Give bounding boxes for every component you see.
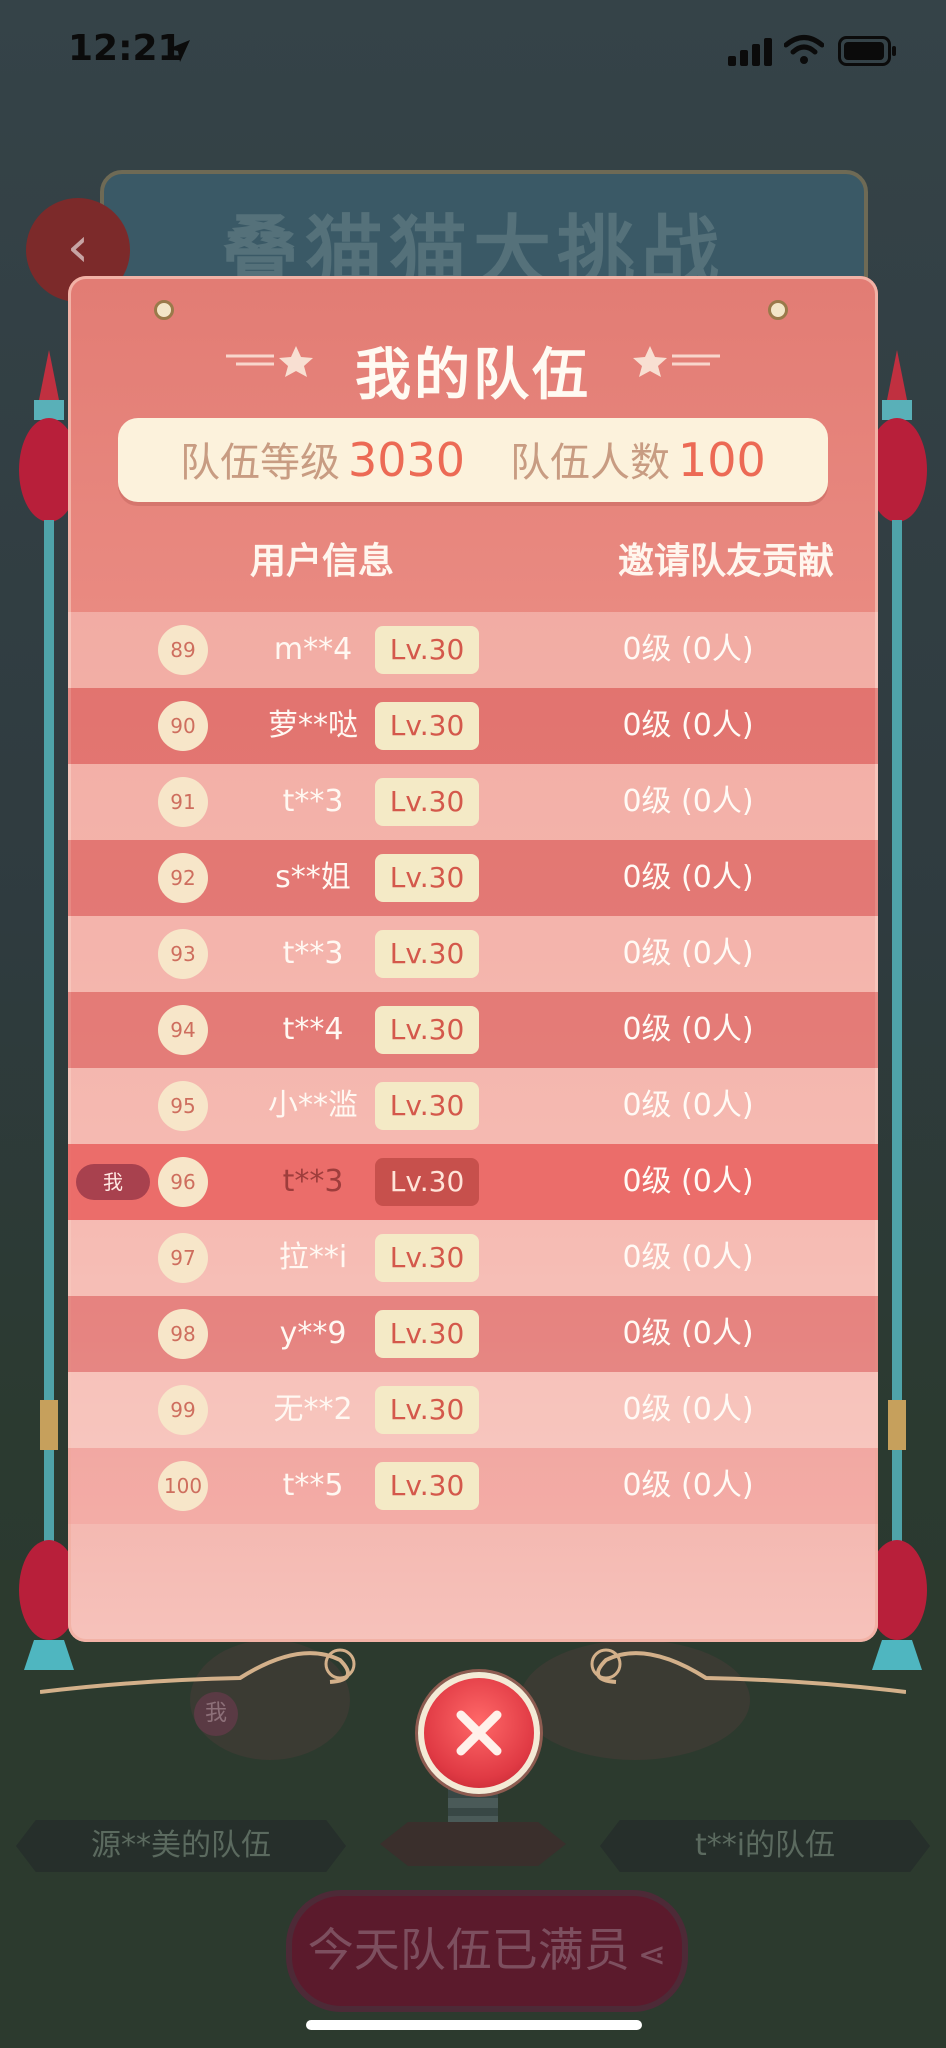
member-row: 95 小**滥 Lv.30 0级 (0人) [68, 1068, 878, 1144]
level-badge: Lv.30 [375, 1006, 479, 1054]
level-badge: Lv.30 [375, 1386, 479, 1434]
member-row: 97 拉**i Lv.30 0级 (0人) [68, 1220, 878, 1296]
close-icon [456, 1710, 502, 1756]
level-badge: Lv.30 [375, 1158, 479, 1206]
member-row: 89 m**4 Lv.30 0级 (0人) [68, 612, 878, 688]
member-contribution: 0级 (0人) [622, 936, 754, 971]
member-contribution: 0级 (0人) [622, 1392, 754, 1427]
member-name: y**9 [279, 1316, 347, 1351]
location-arrow-icon [168, 40, 190, 62]
my-team-dialog: 我的队伍 队伍等级 3030 队伍人数 100 用户信息 邀请队友贡献 89 m**… [68, 276, 878, 1642]
team-size-label: 队伍人数 [510, 440, 670, 486]
left-team-label[interactable]: 源**美的队伍 [16, 1820, 346, 1872]
team-full-label: 今天队伍已满员 [307, 1923, 630, 1977]
hook-icon [768, 300, 788, 320]
member-contribution: 0级 (0人) [622, 1088, 754, 1123]
member-name: s**姐 [275, 860, 351, 895]
right-team-label[interactable]: t**i的队伍 [600, 1820, 930, 1872]
level-badge: Lv.30 [375, 1310, 479, 1358]
column-header-contribution: 邀请队友贡献 [618, 541, 835, 582]
battery-icon [838, 36, 896, 66]
share-icon: ⋖ [637, 1935, 667, 1975]
team-level-stat: 队伍等级 3030 [180, 418, 465, 505]
member-contribution: 0级 (0人) [622, 708, 754, 743]
member-row: 92 s**姐 Lv.30 0级 (0人) [68, 840, 878, 916]
me-badge: 我 [76, 1164, 150, 1200]
wifi-icon [784, 35, 824, 64]
member-contribution: 0级 (0人) [622, 1468, 754, 1503]
level-badge: Lv.30 [375, 626, 479, 674]
member-name: t**5 [282, 1468, 344, 1503]
rank-badge: 89 [158, 625, 208, 675]
team-size-value: 100 [678, 433, 766, 487]
level-badge: Lv.30 [375, 930, 479, 978]
member-name: t**3 [282, 1164, 344, 1199]
rank-badge: 94 [158, 1005, 208, 1055]
my-member-row: 我 96 t**3 Lv.30 0级 (0人) [68, 1144, 878, 1220]
close-button[interactable] [418, 1672, 540, 1794]
team-size-stat: 队伍人数 100 [510, 418, 766, 505]
member-name: t**3 [282, 784, 344, 819]
member-row: 91 t**3 Lv.30 0级 (0人) [68, 764, 878, 840]
rank-badge: 91 [158, 777, 208, 827]
member-name: 小**滥 [268, 1088, 358, 1123]
rank-badge: 97 [158, 1233, 208, 1283]
member-name: 拉**i [278, 1240, 348, 1275]
team-full-button[interactable]: 今天队伍已满员 ⋖ [286, 1890, 688, 2012]
member-list[interactable]: 89 m**4 Lv.30 0级 (0人) 90 萝**哒 Lv.30 0级 (… [68, 612, 878, 1524]
level-badge: Lv.30 [375, 702, 479, 750]
member-row: 98 y**9 Lv.30 0级 (0人) [68, 1296, 878, 1372]
rank-badge: 90 [158, 701, 208, 751]
level-badge: Lv.30 [375, 854, 479, 902]
member-row: 94 t**4 Lv.30 0级 (0人) [68, 992, 878, 1068]
member-name: m**4 [273, 632, 353, 667]
rank-badge: 100 [158, 1461, 208, 1511]
member-contribution: 0级 (0人) [622, 1164, 754, 1199]
team-level-label: 队伍等级 [180, 440, 340, 486]
member-name: 无**2 [273, 1392, 353, 1427]
star-decoration-icon [633, 346, 720, 377]
level-badge: Lv.30 [375, 778, 479, 826]
member-name: t**3 [282, 936, 344, 971]
dialog-title: 我的队伍 [355, 343, 591, 408]
rank-badge: 95 [158, 1081, 208, 1131]
hook-icon [154, 300, 174, 320]
level-badge: Lv.30 [375, 1462, 479, 1510]
member-contribution: 0级 (0人) [622, 860, 754, 895]
rank-badge: 99 [158, 1385, 208, 1435]
home-indicator[interactable] [306, 2020, 642, 2030]
member-row: 90 萝**哒 Lv.30 0级 (0人) [68, 688, 878, 764]
member-row: 93 t**3 Lv.30 0级 (0人) [68, 916, 878, 992]
member-name: t**4 [282, 1012, 344, 1047]
member-contribution: 0级 (0人) [622, 784, 754, 819]
member-contribution: 0级 (0人) [622, 632, 754, 667]
member-name: 萝**哒 [268, 708, 358, 743]
spring-base [380, 1822, 566, 1866]
member-contribution: 0级 (0人) [622, 1240, 754, 1275]
rank-badge: 98 [158, 1309, 208, 1359]
member-contribution: 0级 (0人) [622, 1012, 754, 1047]
member-contribution: 0级 (0人) [622, 1316, 754, 1351]
status-bar: 12:21 [0, 0, 946, 100]
team-level-value: 3030 [348, 433, 466, 487]
member-row: 99 无**2 Lv.30 0级 (0人) [68, 1372, 878, 1448]
cellular-signal-icon [728, 38, 772, 66]
rank-badge: 92 [158, 853, 208, 903]
level-badge: Lv.30 [375, 1082, 479, 1130]
member-row: 100 t**5 Lv.30 0级 (0人) [68, 1448, 878, 1524]
rank-badge: 93 [158, 929, 208, 979]
rank-badge: 96 [158, 1157, 208, 1207]
team-stats-bar: 队伍等级 3030 队伍人数 100 [118, 418, 828, 502]
column-header-user: 用户信息 [250, 541, 395, 582]
level-badge: Lv.30 [375, 1234, 479, 1282]
